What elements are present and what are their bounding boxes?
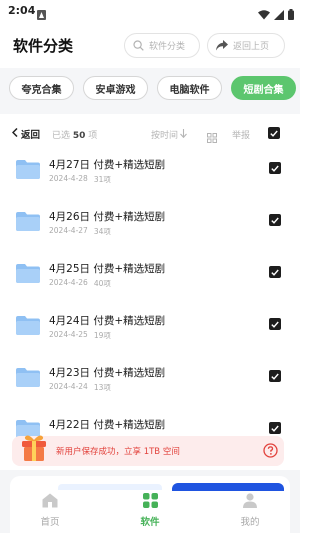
check-icon	[270, 130, 278, 137]
tab-label: 电脑软件	[169, 84, 210, 96]
back-button[interactable]: 返回	[11, 127, 41, 141]
selected-count: 已选 50 项	[52, 128, 97, 141]
check-icon	[271, 165, 279, 172]
check-icon	[271, 269, 279, 276]
file-meta: 2024-4-24 13项	[49, 382, 111, 393]
search-button[interactable]: 软件分类	[124, 33, 200, 58]
tab-label: 短剧合集	[243, 84, 284, 96]
file-row[interactable]: 4月24日 付费+精选短剧 2024-4-25 19项	[6, 308, 294, 358]
nav-home[interactable]: 首页	[20, 493, 80, 528]
check-icon	[271, 425, 279, 432]
file-name: 4月27日 付费+精选短剧	[49, 159, 166, 171]
file-name: 4月26日 付费+精选短剧	[49, 211, 166, 223]
share-arrow-icon	[216, 36, 228, 55]
app-notification-icon	[37, 5, 46, 20]
help-icon[interactable]	[263, 443, 278, 462]
row-checkbox[interactable]	[269, 370, 281, 382]
tab-pc-software[interactable]: 电脑软件	[157, 76, 222, 100]
arrow-down-icon	[180, 128, 187, 141]
file-count: 13项	[93, 383, 111, 392]
nav-label: 首页	[40, 517, 60, 528]
tab-label: 安卓游戏	[95, 84, 136, 96]
chevron-left-icon	[11, 127, 18, 140]
file-row[interactable]: 4月26日 付费+精选短剧 2024-4-27 34项	[6, 204, 294, 254]
grid-view-icon[interactable]	[207, 128, 217, 147]
back-to-previous-button[interactable]: 返回上页	[207, 33, 285, 58]
file-count: 19项	[93, 331, 111, 340]
file-date: 2024-4-26	[49, 278, 88, 287]
row-checkbox[interactable]	[269, 422, 281, 434]
file-row[interactable]: 4月27日 付费+精选短剧 2024-4-28 31项	[6, 152, 294, 202]
file-meta: 2024-4-28 31项	[49, 174, 111, 185]
report-button[interactable]: 举报	[232, 128, 250, 141]
file-count: 34项	[93, 227, 111, 236]
selected-number: 50	[72, 131, 86, 141]
file-name: 4月24日 付费+精选短剧	[49, 315, 166, 327]
file-count: 31项	[93, 175, 111, 184]
file-name: 4月23日 付费+精选短剧	[49, 367, 166, 379]
folder-icon	[16, 264, 40, 283]
selection-toolbar: 返回 已选 50 项 按时间 举报	[6, 124, 294, 144]
select-all-checkbox[interactable]	[268, 127, 280, 139]
profile-icon	[243, 493, 257, 512]
file-meta: 2024-4-25 19项	[49, 330, 111, 341]
tab-label: 夸克合集	[21, 84, 62, 96]
file-meta: 2024-4-26 40项	[49, 278, 111, 289]
file-meta: 2024-4-27 34项	[49, 226, 111, 237]
gift-icon	[20, 433, 48, 463]
apps-grid-icon	[142, 493, 158, 512]
nav-profile[interactable]: 我的	[220, 493, 280, 528]
bottom-nav: 首页 软件 我的	[0, 490, 300, 533]
check-icon	[271, 217, 279, 224]
folder-icon	[16, 316, 40, 335]
file-count: 40项	[93, 279, 111, 288]
page-title: 软件分类	[13, 37, 74, 55]
file-row[interactable]: 4月23日 付费+精选短剧 2024-4-24 13项	[6, 360, 294, 410]
search-label: 软件分类	[149, 42, 186, 52]
file-date: 2024-4-28	[49, 174, 88, 183]
check-icon	[271, 373, 279, 380]
status-time: 2:04	[8, 4, 36, 17]
status-bar: 2:04	[0, 0, 300, 22]
back-to-previous-label: 返回上页	[233, 42, 270, 52]
folder-icon	[16, 160, 40, 179]
file-date: 2024-4-24	[49, 382, 88, 391]
file-name: 4月22日 付费+精选短剧	[49, 419, 166, 431]
row-checkbox[interactable]	[269, 162, 281, 174]
search-icon	[133, 36, 144, 55]
home-icon	[42, 493, 58, 512]
check-icon	[271, 321, 279, 328]
sort-by-time-button[interactable]: 按时间	[151, 128, 187, 141]
tab-quark-collection[interactable]: 夸克合集	[9, 76, 74, 100]
selected-suffix: 项	[88, 131, 98, 141]
nav-label: 软件	[140, 517, 160, 528]
promo-banner[interactable]: 新用户保存成功，立享 1TB 空间	[12, 433, 284, 466]
tab-android-games[interactable]: 安卓游戏	[83, 76, 148, 100]
row-checkbox[interactable]	[269, 318, 281, 330]
sort-label: 按时间	[151, 131, 179, 141]
file-row[interactable]: 4月25日 付费+精选短剧 2024-4-26 40项	[6, 256, 294, 306]
tab-short-drama[interactable]: 短剧合集	[231, 76, 296, 100]
promo-text: 新用户保存成功，立享 1TB 空间	[56, 447, 180, 457]
selected-prefix: 已选	[52, 131, 71, 141]
nav-label: 我的	[240, 517, 260, 528]
row-checkbox[interactable]	[269, 266, 281, 278]
folder-icon	[16, 212, 40, 231]
file-name: 4月25日 付费+精选短剧	[49, 263, 166, 275]
folder-icon	[16, 368, 40, 387]
row-checkbox[interactable]	[269, 214, 281, 226]
nav-software[interactable]: 软件	[120, 493, 180, 528]
file-list-card: 返回 已选 50 项 按时间 举报 4月27日 付费+精选短剧 2024-4-2…	[6, 114, 294, 444]
file-date: 2024-4-25	[49, 330, 88, 339]
file-date: 2024-4-27	[49, 226, 88, 235]
header: 软件分类 软件分类 返回上页	[0, 22, 300, 68]
back-label: 返回	[21, 130, 41, 141]
category-tabs: 夸克合集 安卓游戏 电脑软件 短剧合集	[0, 68, 300, 114]
